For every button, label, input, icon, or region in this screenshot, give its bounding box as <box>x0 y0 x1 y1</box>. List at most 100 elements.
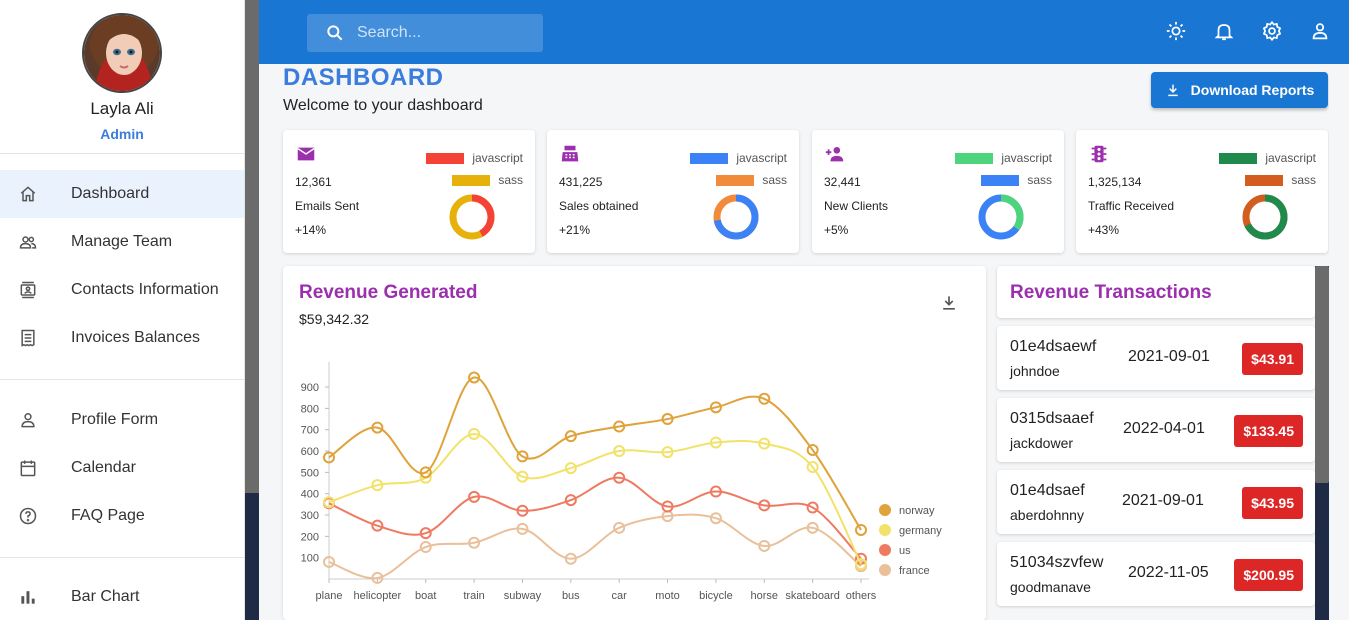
stat-increase: +5% <box>824 223 849 237</box>
sidebar-item-invoices[interactable]: Invoices Balances <box>0 314 244 362</box>
user-role: Admin <box>100 126 144 142</box>
download-reports-button[interactable]: Download Reports <box>1151 72 1328 108</box>
stat-label: New Clients <box>824 199 889 213</box>
point-of-sale-icon <box>559 143 581 165</box>
x-tick-label: train <box>463 590 484 602</box>
transaction-date: 2022-04-01 <box>1123 420 1205 437</box>
stat-card-traffic: javascript sass 1,325,134 Traffic Receiv… <box>1076 130 1328 253</box>
x-tick-label: boat <box>415 590 436 602</box>
transaction-row[interactable]: 01e4dsaef aberdohnny 2021-09-01 $43.95 <box>997 470 1315 534</box>
transactions-title: Revenue Transactions <box>1010 282 1212 303</box>
legend-label: us <box>899 545 911 557</box>
stat-label: Sales obtained <box>559 199 639 213</box>
sidebar-item-label: Invoices Balances <box>71 329 200 346</box>
y-tick-label: 300 <box>301 510 319 522</box>
search-box[interactable] <box>307 14 543 52</box>
sidebar: Layla Ali Admin Dashboard Manage Team Co… <box>0 0 245 620</box>
y-tick-label: 800 <box>301 403 319 415</box>
transactions-scrollbar-thumb[interactable] <box>1315 266 1329 483</box>
transaction-cost: $43.91 <box>1242 343 1303 375</box>
legend-swatch <box>1219 152 1258 164</box>
legend-label: france <box>899 565 930 577</box>
bar-chart-icon <box>18 587 38 607</box>
legend-swatch <box>955 152 994 164</box>
transaction-user: aberdohnny <box>1010 507 1084 523</box>
stat-value: 431,225 <box>559 175 603 189</box>
stat-label: Emails Sent <box>295 199 360 213</box>
legend-item: javascript <box>426 151 523 165</box>
legend-swatch <box>1245 174 1284 186</box>
sidebar-scrollbar[interactable] <box>245 0 259 620</box>
home-icon <box>18 184 38 204</box>
legend-label: sass <box>762 173 787 187</box>
legend-item: javascript <box>955 151 1052 165</box>
notifications-icon[interactable] <box>1213 20 1235 42</box>
settings-icon[interactable] <box>1261 20 1283 42</box>
nav-group-charts: Bar Chart <box>0 558 244 620</box>
transaction-row[interactable]: 0315dsaaef jackdower 2022-04-01 $133.45 <box>997 398 1315 462</box>
legend-swatch <box>981 174 1020 186</box>
search-input[interactable] <box>357 24 537 42</box>
transaction-date: 2022-11-05 <box>1128 564 1209 581</box>
sidebar-item-dashboard[interactable]: Dashboard <box>0 170 244 218</box>
x-tick-label: subway <box>504 590 542 602</box>
sidebar-item-profile-form[interactable]: Profile Form <box>0 396 244 444</box>
transaction-user: johndoe <box>1010 363 1060 379</box>
transaction-date: 2021-09-01 <box>1128 348 1210 365</box>
account-icon[interactable] <box>1309 20 1331 42</box>
help-icon <box>18 506 38 526</box>
legend-swatch <box>716 174 755 186</box>
sidebar-item-bar-chart[interactable]: Bar Chart <box>0 573 244 620</box>
revenue-amount: $59,342.32 <box>299 311 370 327</box>
transactions-scrollbar[interactable] <box>1315 266 1329 620</box>
legend-swatch <box>879 544 891 556</box>
sidebar-item-calendar[interactable]: Calendar <box>0 444 244 492</box>
y-tick-label: 500 <box>301 467 319 479</box>
transaction-cost: $200.95 <box>1234 559 1303 591</box>
legend-swatch <box>452 174 491 186</box>
y-tick-label: 900 <box>301 382 319 394</box>
sidebar-item-label: Contacts Information <box>71 281 219 298</box>
y-tick-label: 400 <box>301 489 319 501</box>
x-tick-label: others <box>846 590 877 602</box>
stat-donut <box>1242 194 1288 240</box>
light-mode-icon[interactable] <box>1165 20 1187 42</box>
transaction-id: 01e4dsaef <box>1010 482 1085 499</box>
search-icon[interactable] <box>325 23 345 43</box>
y-tick-label: 600 <box>301 446 319 458</box>
sidebar-item-label: Dashboard <box>71 185 150 202</box>
sidebar-item-label: Profile Form <box>71 411 159 428</box>
revenue-card: 100 200 300 400 500 600 700 800 900 plane helicopt… <box>283 266 986 620</box>
sidebar-scrollbar-thumb[interactable] <box>245 0 259 493</box>
x-tick-label: skateboard <box>785 590 839 602</box>
transaction-row[interactable]: 51034szvfew goodmanave 2022-11-05 $200.9… <box>997 542 1315 606</box>
page-title: DASHBOARD <box>283 64 444 91</box>
legend-label: sass <box>1291 173 1316 187</box>
legend-item: javascript <box>690 151 787 165</box>
transaction-row[interactable]: 01e4dsaewf johndoe 2021-09-01 $43.91 <box>997 326 1315 390</box>
sidebar-item-label: Calendar <box>71 459 136 476</box>
nav-group-main: Dashboard Manage Team Contacts Informati… <box>0 154 244 380</box>
download-icon[interactable] <box>939 293 959 313</box>
sidebar-item-manage-team[interactable]: Manage Team <box>0 218 244 266</box>
transaction-id: 51034szvfew <box>1010 554 1104 571</box>
sidebar-item-faq[interactable]: FAQ Page <box>0 492 244 540</box>
y-tick-label: 100 <box>301 553 319 565</box>
series-line-france <box>328 513 862 580</box>
page-subtitle: Welcome to your dashboard <box>283 97 483 114</box>
legend-label: javascript <box>1001 151 1052 165</box>
x-tick-label: car <box>612 590 628 602</box>
download-icon <box>1167 84 1178 97</box>
people-icon <box>18 232 38 252</box>
stat-value: 1,325,134 <box>1088 175 1142 189</box>
x-tick-label: plane <box>316 590 343 602</box>
x-tick-label: moto <box>655 590 679 602</box>
x-tick-label: bicycle <box>699 590 733 602</box>
topbar <box>259 0 1349 64</box>
sidebar-item-label: Bar Chart <box>71 588 140 605</box>
download-reports-label: Download Reports <box>1190 82 1315 98</box>
person-add-icon <box>824 143 846 165</box>
sidebar-item-label: Manage Team <box>71 233 173 250</box>
sidebar-item-contacts[interactable]: Contacts Information <box>0 266 244 314</box>
legend-item: sass <box>1245 173 1316 187</box>
